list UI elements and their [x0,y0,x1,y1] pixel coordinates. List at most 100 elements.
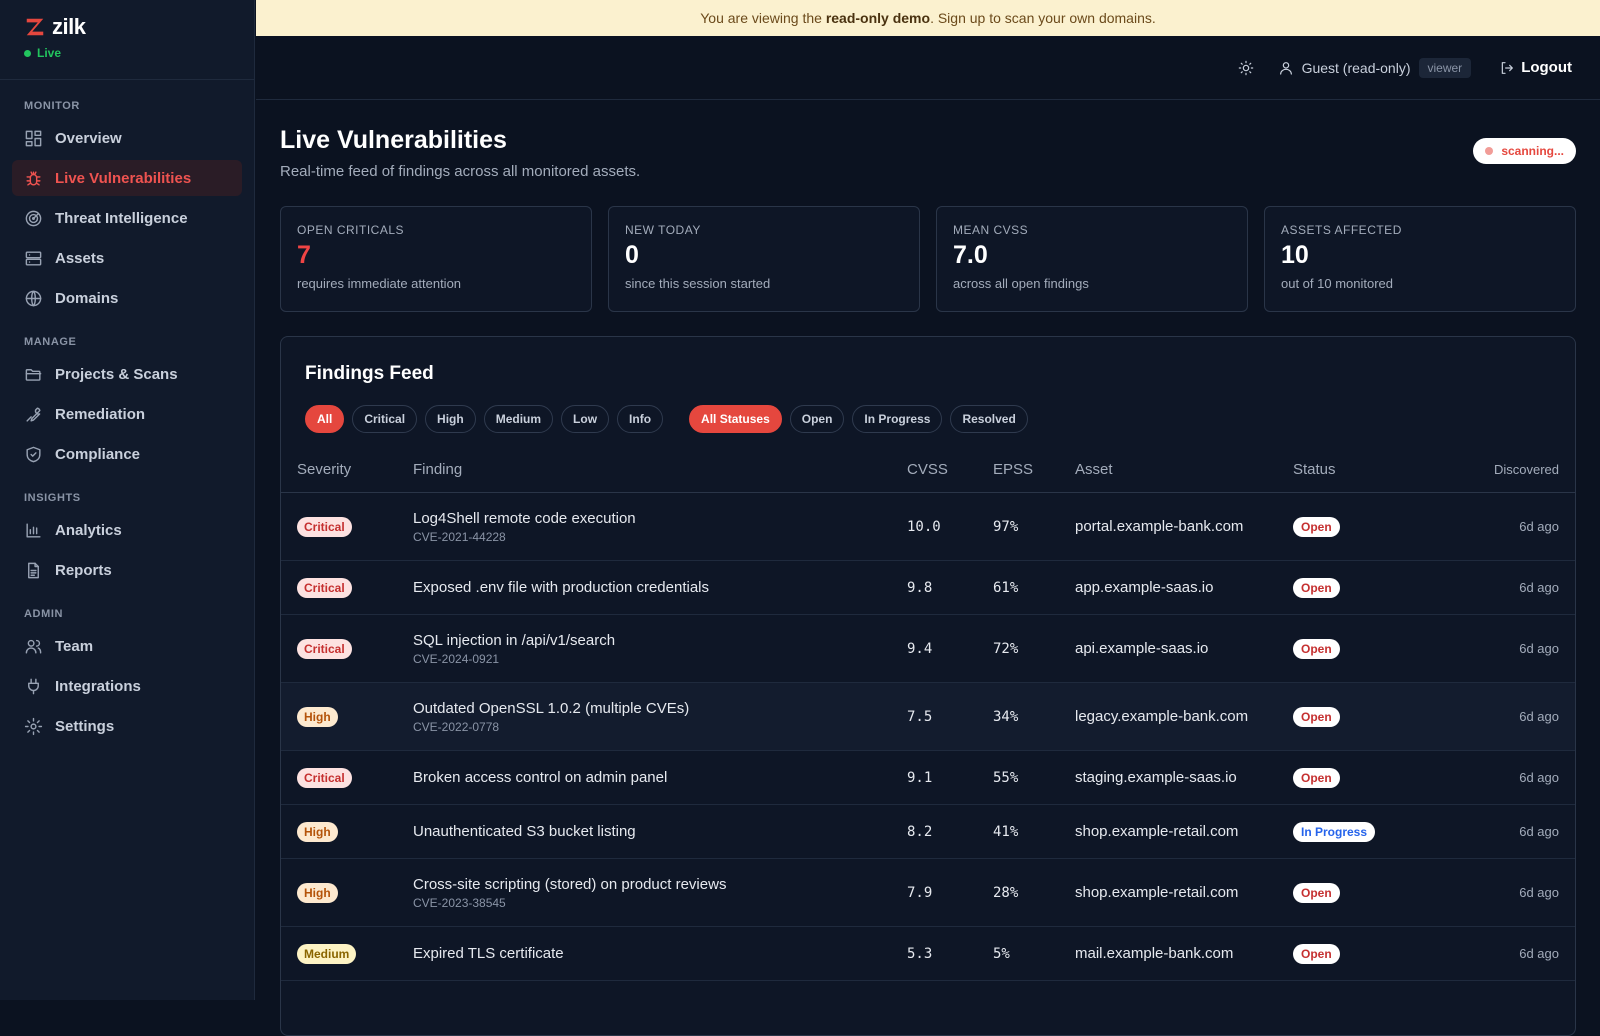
epss-value: 28% [977,858,1059,927]
globe-icon [25,290,42,306]
table-row[interactable]: High Cross-site scripting (stored) on pr… [281,858,1575,927]
filter-status-open[interactable]: Open [789,405,845,433]
page-subtitle: Real-time feed of findings across all mo… [280,163,641,180]
finding-title: Exposed .env file with production creden… [413,579,710,596]
brand-name: zilk [52,14,86,39]
filter-severity-info[interactable]: Info [617,405,664,433]
sidebar-item-label: Team [55,637,94,655]
user-menu[interactable]: Guest (read-only) viewer [1278,57,1472,78]
stat-value: 10 [1281,241,1309,269]
filter-severity-high[interactable]: High [425,405,476,433]
stat-card-mean-cvss: MEAN CVSS 7.0 across all open findings [936,206,1248,312]
asset-value: portal.example-bank.com [1059,492,1277,561]
plug-icon [28,678,39,694]
table-row[interactable]: Critical Broken access control on admin … [281,750,1575,805]
filter-severity-medium[interactable]: Medium [483,405,554,433]
status-badge: Open [1293,706,1340,727]
topbar: Guest (read-only) viewer Logout [256,36,1600,100]
table-row[interactable]: Critical Log4Shell remote code execution… [281,492,1575,561]
stat-label: MEAN CVSS [953,223,1029,237]
filter-severity-critical[interactable]: Critical [352,405,418,433]
sidebar-item-settings[interactable]: Settings [12,708,242,744]
column-header-severity[interactable]: Severity [281,461,397,493]
folder-icon [25,368,42,381]
sun-icon [1238,60,1253,75]
theme-toggle-button[interactable] [1232,54,1260,82]
discovered-value: 6d ago [1417,614,1575,683]
logout-label: Logout [1521,59,1572,76]
wrench-icon [26,406,41,422]
logout-button[interactable]: Logout [1499,59,1572,76]
sidebar-item-reports[interactable]: Reports [12,552,242,588]
status-badge: In Progress [1293,821,1376,842]
sidebar-item-team[interactable]: Team [12,628,242,664]
asset-value: legacy.example-bank.com [1059,682,1277,751]
column-header-asset[interactable]: Asset [1059,461,1277,493]
scan-status-badge: scanning... [1473,138,1576,164]
sidebar-item-label: Live Vulnerabilities [55,169,192,187]
findings-feed: Findings Feed All Critical High Medium L… [280,336,1576,1036]
cvss-value: 9.4 [891,614,977,683]
page-title: Live Vulnerabilities [280,126,507,154]
filter-status-resolved[interactable]: Resolved [950,405,1028,433]
column-header-epss[interactable]: EPSS [977,461,1059,493]
user-icon [1279,61,1292,75]
sidebar-item-label: Domains [55,289,119,307]
table-row[interactable]: High Outdated OpenSSL 1.0.2 (multiple CV… [281,682,1575,751]
brand: zilk Live [0,0,254,80]
sidebar-item-overview[interactable]: Overview [12,120,242,156]
grid-icon [25,130,42,146]
column-header-finding[interactable]: Finding [397,461,891,493]
role-badge: viewer [1418,57,1472,78]
section-label-admin: ADMIN [24,608,64,620]
table-row[interactable]: Critical Exposed .env file with producti… [281,560,1575,615]
column-header-status[interactable]: Status [1277,461,1417,493]
page-header: Live Vulnerabilities Real-time feed of f… [280,126,1576,180]
sidebar-item-integrations[interactable]: Integrations [12,668,242,704]
feed-title: Findings Feed [305,363,434,384]
sidebar-item-live-vulnerabilities[interactable]: Live Vulnerabilities [12,160,242,196]
live-label: Live [37,46,62,60]
table-row[interactable]: Medium Expired TLS certificate 5.3 5% ma… [281,926,1575,981]
stat-label: NEW TODAY [625,223,701,237]
filter-severity-low[interactable]: Low [561,405,610,433]
sidebar-item-label: Threat Intelligence [55,209,188,227]
logout-icon [1501,61,1514,74]
sidebar-item-domains[interactable]: Domains [12,280,242,316]
finding-cve: CVE-2023-38545 [413,895,506,910]
asset-value: shop.example-retail.com [1059,858,1277,927]
sidebar-item-label: Settings [55,717,115,735]
severity-badge: Critical [297,767,352,788]
filter-severity-all[interactable]: All [305,405,345,433]
banner-prefix: You are viewing the [700,10,822,26]
status-badge: Open [1293,882,1340,903]
logo[interactable]: zilk [24,14,230,40]
banner-suffix: . Sign up to scan your own domains. [930,10,1156,26]
zilk-logo-icon [26,18,44,36]
live-dot-icon [24,49,31,57]
finding-title: Unauthenticated S3 bucket listing [413,823,636,840]
discovered-value: 6d ago [1417,492,1575,561]
asset-value: mail.example-bank.com [1059,926,1277,981]
users-icon [25,639,42,654]
filter-status-in-progress[interactable]: In Progress [852,405,943,433]
sidebar-item-compliance[interactable]: Compliance [12,436,242,472]
status-badge: Open [1293,943,1340,964]
sidebar-item-projects-scans[interactable]: Projects & Scans [12,356,242,392]
sidebar-item-threat-intelligence[interactable]: Threat Intelligence [12,200,242,236]
table-row[interactable]: High Unauthenticated S3 bucket listing 8… [281,804,1575,859]
stat-label: ASSETS AFFECTED [1281,223,1402,237]
table-header-row: Severity Finding CVSS EPSS Asset Status … [281,461,1575,493]
sidebar-item-label: Integrations [55,677,141,695]
column-header-cvss[interactable]: CVSS [891,461,977,493]
column-header-discovered[interactable]: Discovered [1417,461,1575,493]
epss-value: 5% [977,926,1059,981]
sidebar-item-analytics[interactable]: Analytics [12,512,242,548]
table-row[interactable]: Critical SQL injection in /api/v1/search… [281,614,1575,683]
sidebar-item-assets[interactable]: Assets [12,240,242,276]
filter-status-all[interactable]: All Statuses [689,405,782,433]
epss-value: 55% [977,750,1059,805]
sidebar-item-remediation[interactable]: Remediation [12,396,242,432]
finding-title: Expired TLS certificate [413,945,564,962]
stat-label: OPEN CRITICALS [297,223,405,237]
